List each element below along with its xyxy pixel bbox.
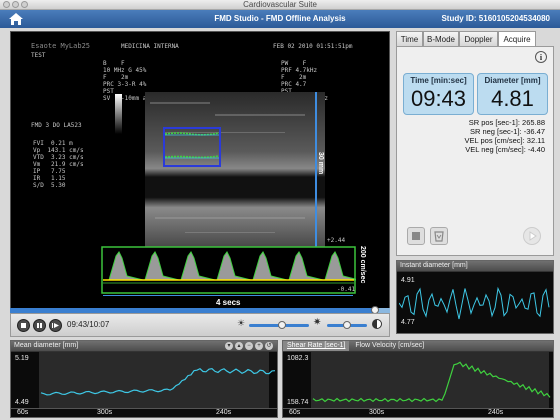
- stop-button[interactable]: [17, 319, 30, 332]
- acquire-panel: i Time [min:sec] 09:43 Diameter [mm] 4.8…: [396, 46, 554, 256]
- time-display-label: Time [min:sec]: [410, 76, 467, 85]
- expand-icon[interactable]: ▴: [235, 342, 243, 350]
- app-header: FMD Studio - FMD Offline Analysis Study …: [0, 10, 560, 28]
- tab-shear-rate[interactable]: Shear Rate [sec-1]: [283, 341, 350, 351]
- stat-vel-neg: VEL neg [cm/sec]: -4.40: [465, 145, 545, 154]
- info-icon[interactable]: i: [535, 51, 547, 63]
- brand-logo: Esaote MyLab25: [31, 42, 91, 50]
- department-label: MEDICINA INTERNA: [121, 43, 179, 50]
- pause-button[interactable]: [33, 319, 46, 332]
- roi-box[interactable]: [163, 127, 223, 169]
- shear-tick-1: 300s: [369, 409, 385, 416]
- depth-scale: [315, 92, 317, 260]
- zoom-out-icon[interactable]: −: [245, 342, 253, 350]
- mode-label: FMD 3 DO LA523: [31, 122, 82, 129]
- mean-time-axis: 60s 300s 240s: [11, 408, 277, 418]
- mean-diameter-title-bar: Mean diameter [mm] ▾ ▴ − + ↺: [11, 341, 277, 352]
- tab-bar: Time B-Mode Doppler Acquire: [396, 31, 554, 47]
- diameter-display-value: 4.81: [491, 86, 534, 111]
- shear-rate-trace: [312, 361, 551, 403]
- stat-vel-pos: VEL pos [cm/sec]: 32.11: [464, 136, 545, 145]
- mean-diameter-panel: Mean diameter [mm] ▾ ▴ − + ↺ 5.19 4.49 6…: [10, 340, 278, 418]
- time-label: 4 secs: [216, 298, 241, 307]
- ultrasound-viewer[interactable]: Esaote MyLab25 MEDICINA INTERNA FEB 02 2…: [10, 31, 390, 313]
- mean-diameter-controls: ▾ ▴ − + ↺: [225, 342, 273, 350]
- brightness-slider[interactable]: [249, 321, 309, 329]
- stat-sr-pos: SR pos [sec-1]: 265.88: [468, 118, 545, 127]
- contrast-slider[interactable]: [327, 321, 367, 329]
- tab-acquire[interactable]: Acquire: [498, 31, 536, 47]
- bmode-image: [145, 92, 325, 262]
- zoom-in-icon[interactable]: +: [255, 342, 263, 350]
- scale-bottom: -0.41: [337, 286, 356, 293]
- depth-label: 30 mm: [317, 152, 324, 175]
- mean-diameter-trace: [40, 367, 276, 396]
- contrast-handle[interactable]: [343, 321, 351, 329]
- contrast-icon: [372, 319, 382, 329]
- window-title: Cardiovascular Suite: [243, 0, 317, 9]
- transport-bar: 09:43/10:07 ☀ ✷: [10, 313, 390, 337]
- reset-icon[interactable]: ↺: [265, 342, 273, 350]
- brightness-low-icon: ☀: [237, 318, 246, 328]
- datetime-label: FEB 02 2010 01:51:51pm: [273, 43, 353, 50]
- stat-sr-neg: SR neg [sec-1]: -36.47: [469, 127, 545, 136]
- instant-diameter-trace: [399, 286, 550, 320]
- patient-label: TEST: [31, 52, 46, 59]
- tab-flow-velocity[interactable]: Flow Velocity [cm/sec]: [351, 341, 428, 351]
- tab-doppler[interactable]: Doppler: [459, 31, 498, 47]
- mean-tick-0: 60s: [17, 409, 29, 416]
- doppler-waveform[interactable]: [101, 246, 356, 296]
- shear-tick-0: 60s: [289, 409, 301, 416]
- study-id: Study ID: 5160105204534080: [441, 14, 550, 23]
- shear-time-axis: 60s 300s 240s: [283, 408, 553, 418]
- time-scale: [103, 295, 353, 296]
- shear-tick-2: 240s: [488, 409, 504, 416]
- play-forward-button[interactable]: [523, 227, 541, 245]
- home-icon[interactable]: [8, 12, 24, 26]
- shear-rate-panel: Shear Rate [sec-1] Flow Velocity [cm/sec…: [282, 340, 554, 418]
- diameter-display: Diameter [mm] 4.81: [477, 73, 548, 115]
- mean-diameter-title: Mean diameter [mm]: [14, 342, 79, 349]
- scale-top: +2.44: [327, 237, 346, 244]
- mean-tick-1: 300s: [97, 409, 113, 416]
- window-titlebar: Cardiovascular Suite: [0, 0, 560, 10]
- stop-record-button[interactable]: [407, 227, 425, 245]
- doppler-measurements: FVI 0.21 m Vp 143.1 cm/s VTD 3.23 cm/s V…: [33, 140, 84, 189]
- step-play-button[interactable]: [49, 319, 62, 332]
- mean-tick-2: 240s: [216, 409, 232, 416]
- brightness-high-icon: ✷: [313, 317, 322, 328]
- velocity-label: 200 cm/sec: [359, 246, 366, 284]
- shear-tab-bar: Shear Rate [sec-1] Flow Velocity [cm/sec…: [283, 341, 553, 352]
- tab-bmode[interactable]: B-Mode: [423, 31, 459, 47]
- instant-diameter-panel: Instant diameter [mm] 4.91 4.77: [396, 260, 554, 334]
- instant-diameter-title: Instant diameter [mm]: [397, 261, 553, 272]
- brightness-handle[interactable]: [278, 321, 286, 329]
- diameter-display-label: Diameter [mm]: [484, 76, 541, 85]
- tab-time[interactable]: Time: [396, 31, 423, 47]
- grayscale-bar: [115, 94, 122, 134]
- time-display-value: 09:43: [410, 86, 467, 111]
- time-display: Time [min:sec] 09:43: [403, 73, 474, 115]
- collapse-icon[interactable]: ▾: [225, 342, 233, 350]
- trash-icon[interactable]: [430, 227, 448, 245]
- playback-time: 09:43/10:07: [67, 320, 110, 329]
